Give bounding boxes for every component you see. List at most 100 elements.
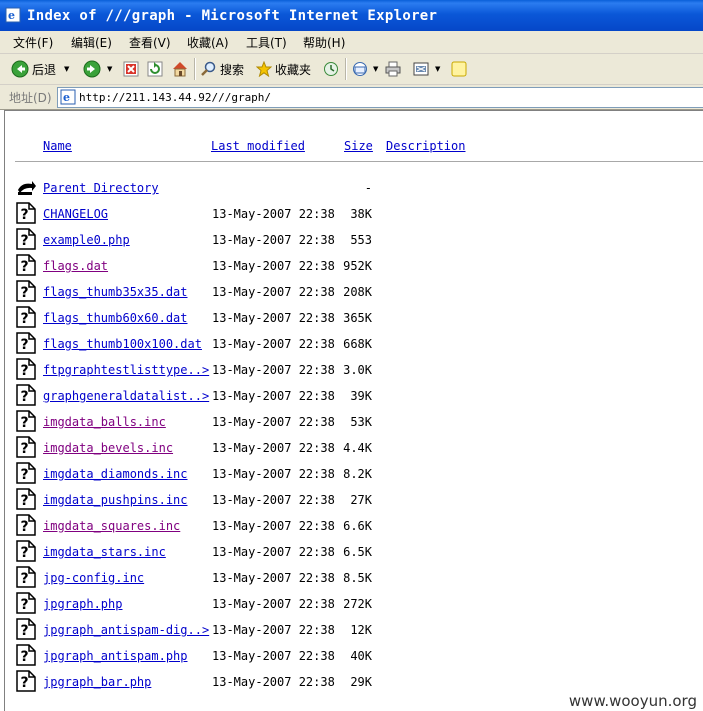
- search-button[interactable]: 搜索: [201, 58, 244, 80]
- page-content: Name Last modified Size Description Pare…: [4, 110, 703, 711]
- file-size: 6.6K: [343, 519, 372, 533]
- back-button[interactable]: 后退 ▼: [11, 58, 69, 80]
- file-link[interactable]: jpgraph_antispam.php: [43, 649, 188, 663]
- menu-edit[interactable]: 编辑(E): [71, 34, 112, 51]
- address-label: 地址(D): [9, 91, 52, 105]
- unknown-file-icon: ?: [16, 202, 36, 224]
- unknown-file-icon: ?: [16, 488, 36, 510]
- file-link[interactable]: jpgraph.php: [43, 597, 122, 611]
- file-link[interactable]: imgdata_balls.inc: [43, 415, 166, 429]
- file-size: 53K: [350, 415, 372, 429]
- svg-text:?: ?: [21, 519, 29, 535]
- unknown-file-icon: ?: [16, 306, 36, 328]
- file-link[interactable]: jpg-config.inc: [43, 571, 144, 585]
- file-link[interactable]: imgdata_stars.inc: [43, 545, 166, 559]
- messenger-button[interactable]: [451, 58, 467, 80]
- file-row: ? imgdata_squares.inc 13-May-2007 22:38 6.6…: [5, 514, 703, 540]
- forward-button[interactable]: ▼: [83, 58, 112, 80]
- file-size: 29K: [350, 675, 372, 689]
- file-link[interactable]: flags.dat: [43, 259, 108, 273]
- note-icon: [451, 61, 467, 77]
- file-link[interactable]: graphgeneraldatalist..>: [43, 389, 209, 403]
- file-link[interactable]: imgdata_pushpins.inc: [43, 493, 188, 507]
- file-size: 4.4K: [343, 441, 372, 455]
- file-link[interactable]: flags_thumb100x100.dat: [43, 337, 202, 351]
- file-link[interactable]: imgdata_bevels.inc: [43, 441, 173, 455]
- mail-button[interactable]: ▼: [352, 58, 378, 80]
- file-row: ? flags_thumb100x100.dat 13-May-2007 22:38…: [5, 332, 703, 358]
- file-link[interactable]: imgdata_diamonds.inc: [43, 467, 188, 481]
- column-header-name[interactable]: Name: [43, 139, 72, 153]
- file-link[interactable]: CHANGELOG: [43, 207, 108, 221]
- file-link[interactable]: flags_thumb35x35.dat: [43, 285, 188, 299]
- forward-arrow-icon: [83, 60, 101, 78]
- print-button[interactable]: [385, 58, 401, 80]
- file-row: ? CHANGELOG 13-May-2007 22:38 38K: [5, 202, 703, 228]
- parent-directory-link[interactable]: Parent Directory: [43, 181, 159, 195]
- svg-text:?: ?: [21, 571, 29, 587]
- file-modified: 13-May-2007 22:38: [212, 441, 335, 455]
- page-icon: e: [60, 89, 76, 105]
- svg-text:?: ?: [21, 337, 29, 353]
- unknown-file-icon: ?: [16, 254, 36, 276]
- menu-help[interactable]: 帮助(H): [303, 34, 345, 51]
- address-input[interactable]: e http://211.143.44.92///graph/: [57, 87, 703, 108]
- file-link[interactable]: example0.php: [43, 233, 130, 247]
- file-link[interactable]: jpgraph_antispam-dig..>: [43, 623, 209, 637]
- column-header-last-modified[interactable]: Last modified: [211, 139, 305, 153]
- mail-dropdown-icon[interactable]: ▼: [373, 65, 378, 73]
- stop-icon: [123, 61, 139, 77]
- svg-text:?: ?: [21, 649, 29, 665]
- unknown-file-icon: ?: [16, 618, 36, 640]
- internet-explorer-icon: e: [5, 7, 21, 23]
- file-modified: 13-May-2007 22:38: [212, 415, 335, 429]
- svg-text:?: ?: [21, 389, 29, 405]
- back-folder-icon: [18, 181, 36, 195]
- stop-button[interactable]: [123, 58, 139, 80]
- favorites-label: 收藏夹: [275, 62, 312, 77]
- unknown-file-icon: ?: [16, 592, 36, 614]
- column-header-size[interactable]: Size: [344, 139, 373, 153]
- back-dropdown-icon[interactable]: ▼: [64, 65, 69, 73]
- title-bar[interactable]: e Index of ///graph - Microsoft Internet…: [0, 0, 703, 31]
- home-button[interactable]: [171, 58, 189, 80]
- edit-dropdown-icon[interactable]: ▼: [435, 65, 440, 73]
- file-link[interactable]: imgdata_squares.inc: [43, 519, 180, 533]
- file-modified: 13-May-2007 22:38: [212, 311, 335, 325]
- menu-tools[interactable]: 工具(T): [246, 34, 287, 51]
- parent-size: -: [364, 181, 372, 195]
- svg-text:?: ?: [21, 597, 29, 613]
- mail-icon: [353, 62, 367, 76]
- edit-icon: [413, 62, 429, 76]
- history-button[interactable]: [323, 58, 339, 80]
- file-modified: 13-May-2007 22:38: [212, 389, 335, 403]
- file-row: ? example0.php 13-May-2007 22:38 553: [5, 228, 703, 254]
- file-row: ? jpgraph_antispam-dig..> 13-May-2007 22:3…: [5, 618, 703, 644]
- file-modified: 13-May-2007 22:38: [212, 649, 335, 663]
- file-row: ? flags.dat 13-May-2007 22:38 952K: [5, 254, 703, 280]
- history-icon: [324, 62, 338, 76]
- file-link[interactable]: jpgraph_bar.php: [43, 675, 151, 689]
- toolbar-separator: [345, 58, 347, 80]
- menu-view[interactable]: 查看(V): [129, 34, 171, 51]
- menu-file[interactable]: 文件(F): [13, 34, 53, 51]
- column-header-description[interactable]: Description: [386, 139, 465, 153]
- file-link[interactable]: ftpgraphtestlisttype..>: [43, 363, 209, 377]
- menu-favorites[interactable]: 收藏(A): [187, 34, 229, 51]
- header-divider: [15, 161, 703, 162]
- file-link[interactable]: flags_thumb60x60.dat: [43, 311, 188, 325]
- file-row: ? jpg-config.inc 13-May-2007 22:38 8.5K: [5, 566, 703, 592]
- refresh-button[interactable]: [147, 58, 163, 80]
- favorites-button[interactable]: 收藏夹: [256, 58, 311, 80]
- forward-dropdown-icon[interactable]: ▼: [107, 65, 112, 73]
- file-size: 8.5K: [343, 571, 372, 585]
- unknown-file-icon: ?: [16, 436, 36, 458]
- window-title: Index of ///graph - Microsoft Internet E…: [27, 8, 438, 24]
- file-modified: 13-May-2007 22:38: [212, 259, 335, 273]
- edit-button[interactable]: ▼: [413, 58, 440, 80]
- unknown-file-icon: ?: [16, 384, 36, 406]
- file-size: 208K: [343, 285, 372, 299]
- file-modified: 13-May-2007 22:38: [212, 493, 335, 507]
- unknown-file-icon: ?: [16, 358, 36, 380]
- file-row: ? imgdata_pushpins.inc 13-May-2007 22:38 27…: [5, 488, 703, 514]
